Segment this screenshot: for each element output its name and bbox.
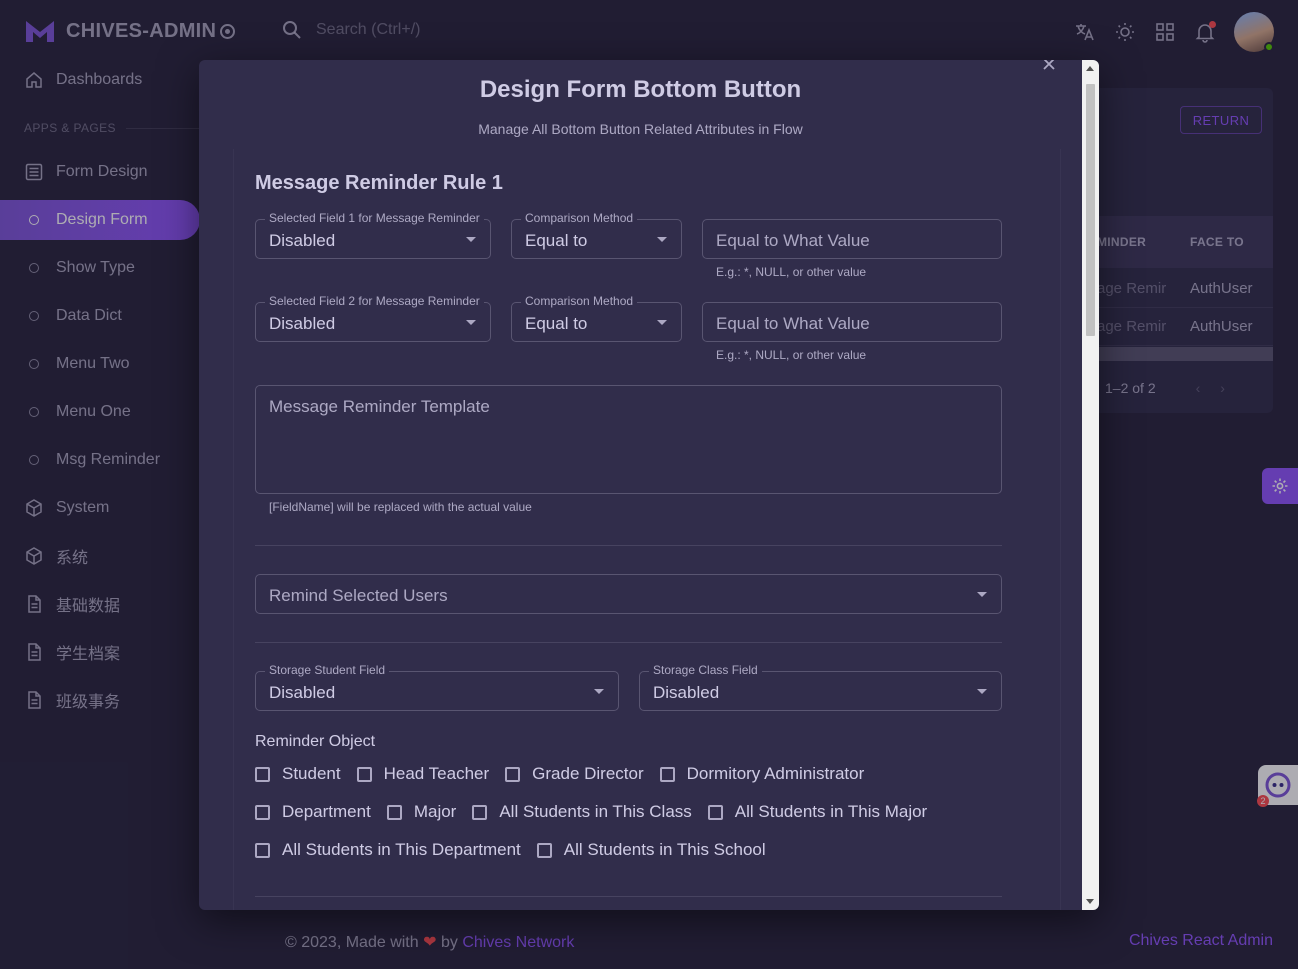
comparison-method-1-select[interactable]: Comparison Method Equal to xyxy=(511,211,682,259)
equal-value-2-input[interactable]: Equal to What Value xyxy=(702,302,1002,342)
checkbox-major[interactable]: Major xyxy=(386,802,457,822)
message-template-helper: [FieldName] will be replaced with the ac… xyxy=(269,500,532,514)
storage-student-value: Disabled xyxy=(269,683,336,702)
checkbox-box[interactable] xyxy=(707,804,723,820)
checkbox-dormitory-administrator[interactable]: Dormitory Administrator xyxy=(659,764,865,784)
close-icon xyxy=(1043,60,1055,70)
checkbox-box[interactable] xyxy=(505,766,521,782)
comparison-method-1-value: Equal to xyxy=(525,231,588,250)
checkbox-label: Grade Director xyxy=(532,764,644,783)
checkbox-label: All Students in This Class xyxy=(499,802,692,821)
dialog-scrollbar[interactable] xyxy=(1082,60,1099,910)
checkbox-box[interactable] xyxy=(536,842,552,858)
rule-title: Message Reminder Rule 1 xyxy=(255,172,503,194)
comparison-method-1-legend: Comparison Method xyxy=(521,211,638,225)
equal-value-2-helper: E.g.: *, NULL, or other value xyxy=(716,348,867,362)
checkbox-label: All Students in This Major xyxy=(734,802,928,821)
comparison-method-2-legend: Comparison Method xyxy=(521,294,638,308)
checkbox-label: Dormitory Administrator xyxy=(686,764,865,783)
checkbox-all-students-class[interactable]: All Students in This Class xyxy=(472,802,692,822)
remind-users-select[interactable]: Remind Selected Users xyxy=(255,574,1002,614)
equal-value-1-placeholder: Equal to What Value xyxy=(716,231,870,250)
chevron-down-icon xyxy=(657,237,667,242)
checkbox-box[interactable] xyxy=(255,766,270,782)
checkbox-label: Major xyxy=(413,802,457,821)
field1-legend: Selected Field 1 for Message Reminder xyxy=(265,211,484,225)
reminder-object-row: All Students in This Department All Stud… xyxy=(255,840,782,860)
storage-class-field-select[interactable]: Storage Class Field Disabled xyxy=(639,663,1002,711)
field1-select[interactable]: Selected Field 1 for Message Reminder Di… xyxy=(255,211,491,259)
checkbox-box[interactable] xyxy=(356,766,372,782)
storage-class-legend: Storage Class Field xyxy=(649,663,762,677)
checkbox-all-students-department[interactable]: All Students in This Department xyxy=(255,840,521,860)
equal-value-1-input[interactable]: Equal to What Value xyxy=(702,219,1002,259)
checkbox-label: All Students in This School xyxy=(563,840,766,859)
checkbox-label: Department xyxy=(282,802,371,821)
close-button[interactable] xyxy=(1039,60,1059,74)
scrollbar-thumb[interactable] xyxy=(1086,84,1095,336)
remind-users-placeholder: Remind Selected Users xyxy=(269,586,448,605)
checkbox-grade-director[interactable]: Grade Director xyxy=(505,764,644,784)
chevron-down-icon xyxy=(977,592,987,597)
comparison-method-2-value: Equal to xyxy=(525,314,588,333)
scroll-up-arrow-icon[interactable] xyxy=(1086,66,1094,71)
section-divider xyxy=(255,642,1002,643)
field1-value: Disabled xyxy=(269,231,336,250)
field2-value: Disabled xyxy=(269,314,336,333)
checkbox-all-students-major[interactable]: All Students in This Major xyxy=(707,802,928,822)
reminder-object-label: Reminder Object xyxy=(255,733,376,750)
chevron-down-icon xyxy=(594,689,604,694)
storage-class-value: Disabled xyxy=(653,683,720,702)
reminder-object-row: Department Major All Students in This Cl… xyxy=(255,802,943,822)
checkbox-department[interactable]: Department xyxy=(255,802,371,822)
chevron-down-icon xyxy=(466,320,476,325)
rule-card xyxy=(233,149,1061,910)
dialog-subtitle: Manage All Bottom Button Related Attribu… xyxy=(478,121,803,137)
checkbox-box[interactable] xyxy=(659,766,675,782)
message-template-placeholder: Message Reminder Template xyxy=(269,397,490,416)
checkbox-label: All Students in This Department xyxy=(282,840,521,859)
design-form-bottom-button-dialog: Design Form Bottom Button Manage All Bot… xyxy=(199,60,1099,910)
checkbox-student[interactable]: Student xyxy=(255,764,341,784)
equal-value-1-helper: E.g.: *, NULL, or other value xyxy=(716,265,867,279)
field2-select[interactable]: Selected Field 2 for Message Reminder Di… xyxy=(255,294,491,342)
scroll-down-arrow-icon[interactable] xyxy=(1086,899,1094,904)
storage-student-legend: Storage Student Field xyxy=(265,663,390,677)
checkbox-all-students-school[interactable]: All Students in This School xyxy=(536,840,766,860)
comparison-method-2-select[interactable]: Comparison Method Equal to xyxy=(511,294,682,342)
checkbox-box[interactable] xyxy=(386,804,402,820)
checkbox-box[interactable] xyxy=(255,804,270,820)
section-divider xyxy=(255,896,1002,897)
field2-legend: Selected Field 2 for Message Reminder xyxy=(265,294,484,308)
checkbox-label: Head Teacher xyxy=(383,764,490,783)
checkbox-head-teacher[interactable]: Head Teacher xyxy=(356,764,490,784)
storage-student-field-select[interactable]: Storage Student Field Disabled xyxy=(255,663,619,711)
dialog-title: Design Form Bottom Button xyxy=(479,76,802,103)
checkbox-box[interactable] xyxy=(472,804,488,820)
chevron-down-icon xyxy=(466,237,476,242)
section-divider xyxy=(255,545,1002,546)
reminder-object-row: Student Head Teacher Grade Director Dorm… xyxy=(255,764,880,784)
checkbox-label: Student xyxy=(282,764,341,783)
checkbox-box[interactable] xyxy=(255,842,270,858)
chevron-down-icon xyxy=(977,689,987,694)
equal-value-2-placeholder: Equal to What Value xyxy=(716,314,870,333)
message-template-textarea[interactable]: Message Reminder Template xyxy=(255,385,1002,494)
chevron-down-icon xyxy=(657,320,667,325)
